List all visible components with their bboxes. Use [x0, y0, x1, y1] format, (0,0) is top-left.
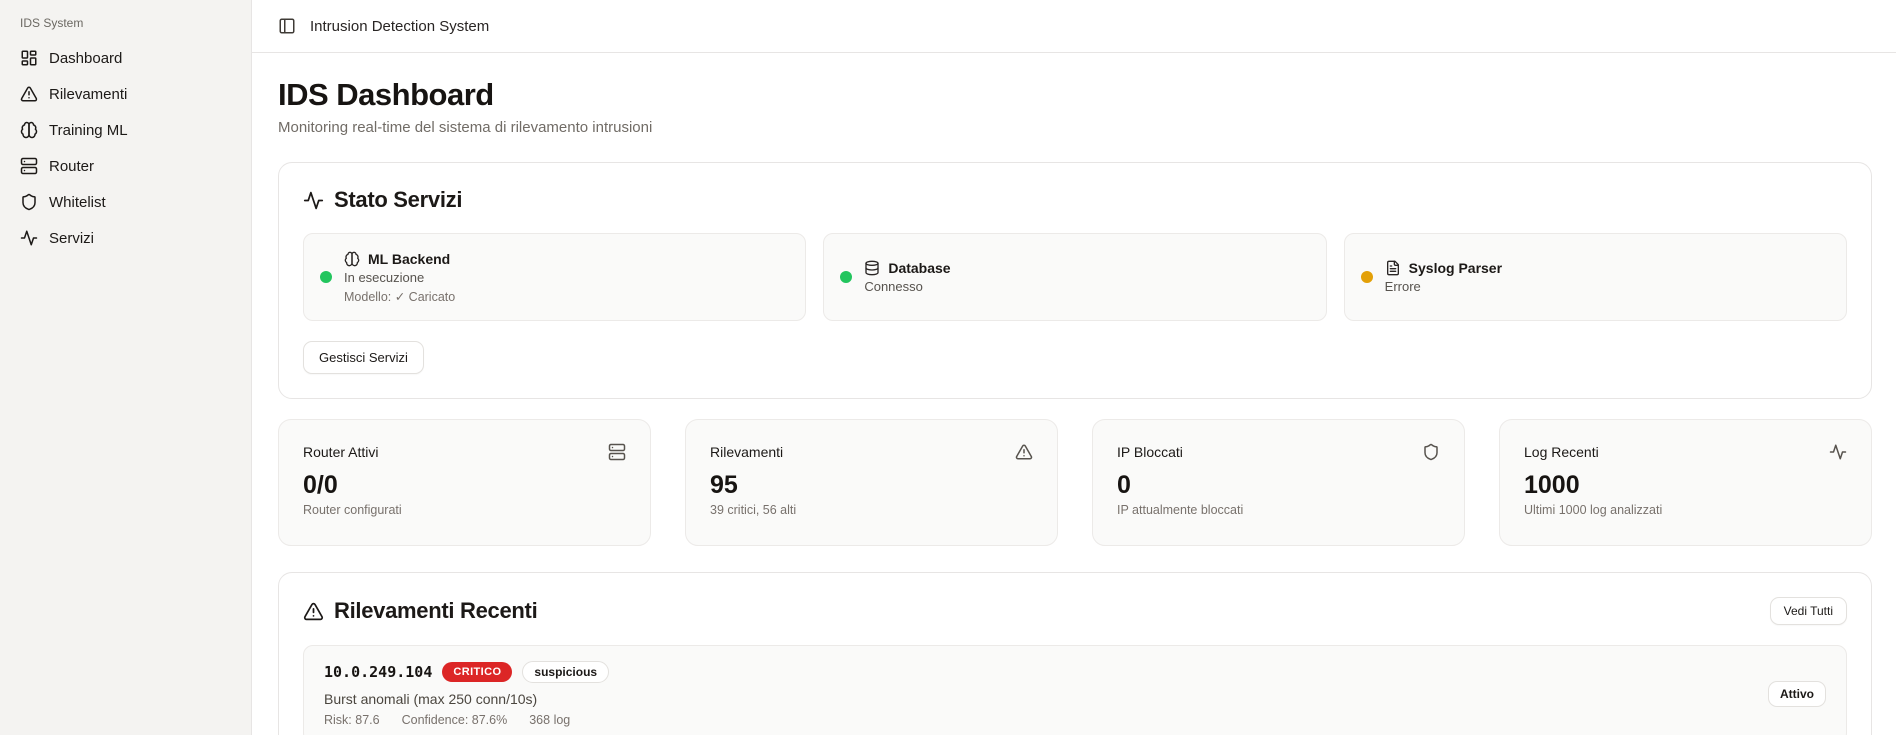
sidebar-item-dashboard[interactable]: Dashboard: [12, 40, 239, 76]
sidebar-item-rilevamenti[interactable]: Rilevamenti: [12, 76, 239, 112]
main-content: IDS Dashboard Monitoring real-time del s…: [252, 53, 1896, 735]
detection-log-count: 368 log: [529, 713, 570, 727]
layout-dashboard-icon: [20, 49, 38, 67]
stat-card-ip-bloccati: IP Bloccati 0 IP attualmente bloccati: [1092, 419, 1465, 546]
server-icon: [20, 157, 38, 175]
severity-badge: CRITICO: [442, 662, 512, 682]
service-status: Errore: [1385, 279, 1502, 294]
stat-value: 95: [710, 471, 1033, 500]
status-dot-connected: [840, 271, 852, 283]
alert-triangle-icon: [1015, 443, 1033, 461]
stat-value: 0: [1117, 471, 1440, 500]
status-dot-error: [1361, 271, 1373, 283]
sidebar-item-label: Router: [49, 158, 94, 175]
detection-confidence: Confidence: 87.6%: [402, 713, 508, 727]
detections-section-title: Rilevamenti Recenti: [334, 598, 537, 624]
sidebar-brand: IDS System: [12, 8, 239, 40]
view-all-button[interactable]: Vedi Tutti: [1770, 597, 1847, 625]
service-status: Connesso: [864, 279, 950, 294]
service-card-syslog-parser: Syslog Parser Errore: [1344, 233, 1847, 321]
detections-section: Rilevamenti Recenti Vedi Tutti 10.0.249.…: [278, 572, 1872, 735]
stat-sub: Router configurati: [303, 503, 626, 517]
sidebar-item-label: Servizi: [49, 230, 94, 247]
stat-value: 0/0: [303, 471, 626, 500]
service-status: In esecuzione: [344, 270, 455, 285]
service-name: Database: [888, 260, 950, 276]
topbar: Intrusion Detection System: [252, 0, 1896, 53]
stat-sub: Ultimi 1000 log analizzati: [1524, 503, 1847, 517]
database-icon: [864, 260, 880, 276]
sidebar-item-whitelist[interactable]: Whitelist: [12, 184, 239, 220]
service-detail: Modello: ✓ Caricato: [344, 289, 455, 304]
service-name: Syslog Parser: [1409, 260, 1502, 276]
activity-icon: [20, 229, 38, 247]
sidebar-item-label: Training ML: [49, 122, 128, 139]
sidebar-item-label: Rilevamenti: [49, 86, 127, 103]
service-card-ml-backend: ML Backend In esecuzione Modello: ✓ Cari…: [303, 233, 806, 321]
server-icon: [608, 443, 626, 461]
services-section: Stato Servizi ML Backend In esecuzione M…: [278, 162, 1872, 399]
service-card-database: Database Connesso: [823, 233, 1326, 321]
detection-ip: 10.0.249.104: [324, 663, 432, 681]
stat-label: Log Recenti: [1524, 444, 1599, 460]
detection-stats: Risk: 87.6 Confidence: 87.6% 368 log: [324, 713, 609, 727]
services-grid: ML Backend In esecuzione Modello: ✓ Cari…: [303, 233, 1847, 321]
brain-icon: [20, 121, 38, 139]
stat-sub: 39 critici, 56 alti: [710, 503, 1033, 517]
detection-row: 10.0.249.104 CRITICO suspicious Burst an…: [303, 645, 1847, 735]
stat-card-rilevamenti: Rilevamenti 95 39 critici, 56 alti: [685, 419, 1058, 546]
topbar-title: Intrusion Detection System: [310, 18, 489, 35]
service-name: ML Backend: [368, 251, 450, 267]
sidebar: IDS System Dashboard Rilevamenti Trainin…: [0, 0, 252, 735]
brain-icon: [344, 251, 360, 267]
page-title: IDS Dashboard: [278, 77, 1872, 113]
stat-value: 1000: [1524, 471, 1847, 500]
alert-triangle-icon: [20, 85, 38, 103]
sidebar-item-training-ml[interactable]: Training ML: [12, 112, 239, 148]
stat-sub: IP attualmente bloccati: [1117, 503, 1440, 517]
detection-risk: Risk: 87.6: [324, 713, 380, 727]
shield-icon: [1422, 443, 1440, 461]
activity-icon: [303, 190, 324, 211]
stats-grid: Router Attivi 0/0 Router configurati Ril…: [278, 419, 1872, 546]
stat-label: IP Bloccati: [1117, 444, 1183, 460]
state-badge: Attivo: [1768, 681, 1826, 707]
sidebar-nav: Dashboard Rilevamenti Training ML Router…: [12, 40, 239, 256]
sidebar-item-servizi[interactable]: Servizi: [12, 220, 239, 256]
alert-triangle-icon: [303, 601, 324, 622]
stat-label: Router Attivi: [303, 444, 378, 460]
tag-badge: suspicious: [522, 661, 609, 683]
activity-icon: [1829, 443, 1847, 461]
stat-card-router-attivi: Router Attivi 0/0 Router configurati: [278, 419, 651, 546]
detection-description: Burst anomali (max 250 conn/10s): [324, 691, 609, 707]
shield-icon: [20, 193, 38, 211]
status-dot-running: [320, 271, 332, 283]
sidebar-item-router[interactable]: Router: [12, 148, 239, 184]
sidebar-item-label: Whitelist: [49, 194, 106, 211]
services-section-title: Stato Servizi: [334, 187, 462, 213]
sidebar-toggle-icon[interactable]: [278, 17, 296, 35]
stat-label: Rilevamenti: [710, 444, 783, 460]
stat-card-log-recenti: Log Recenti 1000 Ultimi 1000 log analizz…: [1499, 419, 1872, 546]
file-text-icon: [1385, 260, 1401, 276]
sidebar-item-label: Dashboard: [49, 50, 122, 67]
manage-services-button[interactable]: Gestisci Servizi: [303, 341, 424, 374]
page-subtitle: Monitoring real-time del sistema di rile…: [278, 119, 1872, 136]
